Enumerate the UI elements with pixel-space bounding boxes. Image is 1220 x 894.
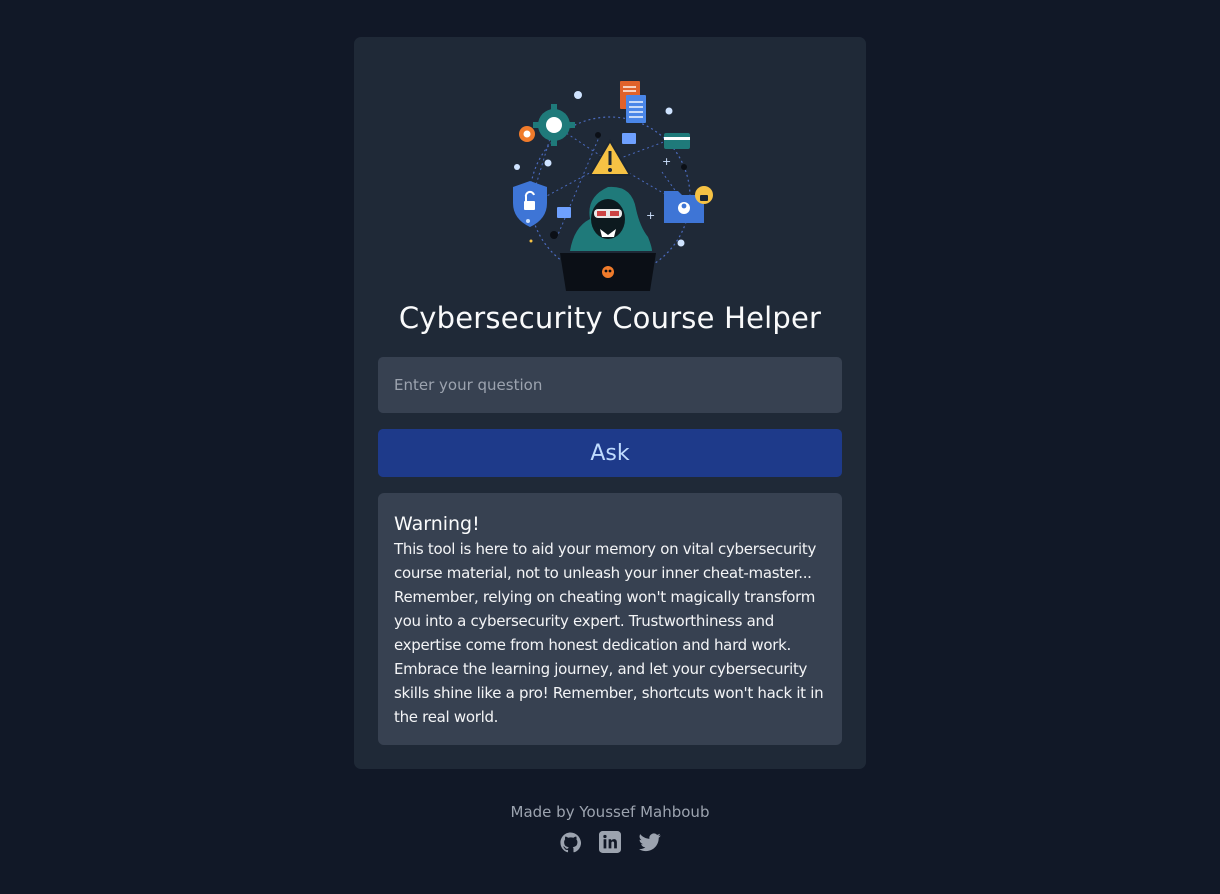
svg-text:+: + bbox=[662, 155, 671, 168]
hacker-illustration: + + bbox=[513, 81, 713, 291]
warning-box: Warning! This tool is here to aid your m… bbox=[378, 493, 842, 745]
linkedin-link[interactable] bbox=[599, 830, 621, 854]
footer: Made by Youssef Mahboub bbox=[0, 803, 1220, 854]
twitter-icon bbox=[639, 832, 661, 851]
page-title: Cybersecurity Course Helper bbox=[398, 301, 822, 335]
author-credit: Made by Youssef Mahboub bbox=[510, 803, 710, 821]
warning-body: This tool is here to aid your memory on … bbox=[394, 540, 824, 726]
main-card: + + Cybersecurity Course Helper Ask Warn… bbox=[354, 37, 866, 769]
warning-title: Warning! bbox=[394, 513, 480, 535]
twitter-link[interactable] bbox=[639, 830, 661, 854]
github-link[interactable] bbox=[559, 830, 581, 854]
question-input[interactable] bbox=[378, 357, 842, 413]
github-icon bbox=[559, 831, 581, 852]
linkedin-icon bbox=[599, 831, 621, 853]
svg-text:+: + bbox=[646, 209, 655, 222]
social-links bbox=[0, 830, 1220, 854]
ask-button[interactable]: Ask bbox=[378, 429, 842, 477]
